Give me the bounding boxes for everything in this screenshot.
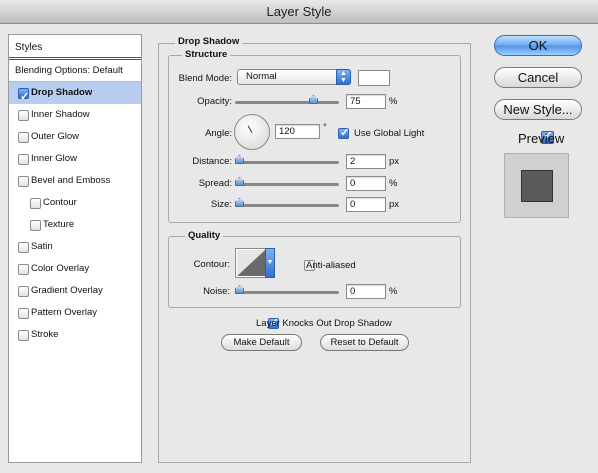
- use-global-light-checkbox[interactable]: [338, 126, 349, 139]
- distance-unit: px: [389, 156, 400, 167]
- size-unit: px: [389, 199, 400, 210]
- cancel-button[interactable]: Cancel: [494, 67, 582, 88]
- style-item-label: Drop Shadow: [31, 87, 93, 98]
- angle-unit: °: [323, 122, 327, 133]
- contour-dropdown-arrow-icon[interactable]: ▼: [265, 248, 275, 278]
- size-label: Size:: [210, 199, 232, 210]
- style-item-stroke[interactable]: Stroke: [9, 324, 141, 346]
- style-item-label: Gradient Overlay: [31, 285, 103, 296]
- opacity-slider-track[interactable]: [235, 101, 339, 104]
- spread-unit: %: [389, 178, 398, 189]
- reset-to-default-button[interactable]: Reset to Default: [320, 334, 409, 351]
- style-item-checkbox[interactable]: [18, 242, 29, 253]
- style-item-label: Color Overlay: [31, 263, 90, 274]
- style-item-drop-shadow[interactable]: Drop Shadow: [9, 82, 141, 108]
- shadow-color-swatch[interactable]: [358, 70, 390, 86]
- style-item-outer-glow[interactable]: Outer Glow: [9, 126, 141, 148]
- style-item-gradient-overlay[interactable]: Gradient Overlay: [9, 280, 141, 302]
- preview-thumbnail: [504, 153, 569, 218]
- style-item-checkbox[interactable]: [18, 86, 29, 108]
- spread-slider-track[interactable]: [235, 183, 339, 186]
- quality-title: Quality: [185, 230, 224, 241]
- style-item-checkbox[interactable]: [18, 330, 29, 341]
- style-item-texture[interactable]: Texture: [9, 214, 141, 236]
- style-item-label: Stroke: [31, 329, 59, 340]
- ok-button[interactable]: OK: [494, 35, 582, 56]
- style-item-checkbox[interactable]: [18, 264, 29, 275]
- style-item-checkbox[interactable]: [30, 198, 41, 209]
- opacity-field[interactable]: 75: [346, 94, 386, 109]
- structure-title: Structure: [182, 49, 231, 60]
- contour-picker[interactable]: ▼: [235, 248, 275, 278]
- style-item-label: Outer Glow: [31, 131, 80, 142]
- style-item-label: Pattern Overlay: [31, 307, 97, 318]
- style-item-inner-shadow[interactable]: Inner Shadow: [9, 104, 141, 126]
- style-item-checkbox[interactable]: [30, 220, 41, 231]
- drop-shadow-title: Drop Shadow: [175, 36, 243, 47]
- blend-mode-select[interactable]: Normal ▲ ▼: [237, 69, 351, 85]
- new-style-button[interactable]: New Style...: [494, 99, 582, 120]
- style-item-checkbox[interactable]: [18, 110, 29, 121]
- styles-list: Styles Blending Options: Default Drop Sh…: [8, 34, 142, 463]
- noise-slider-track[interactable]: [235, 291, 339, 294]
- window-title: Layer Style: [266, 4, 332, 19]
- opacity-label: Opacity:: [197, 96, 232, 107]
- angle-field[interactable]: 120: [275, 124, 320, 139]
- style-item-pattern-overlay[interactable]: Pattern Overlay: [9, 302, 141, 324]
- blend-mode-value: Normal: [246, 71, 277, 82]
- style-item-label: Texture: [43, 219, 75, 230]
- style-items: Drop Shadow Inner Shadow Outer Glow Inner G…: [9, 82, 141, 346]
- select-arrows-icon: ▲ ▼: [336, 69, 351, 85]
- style-item-checkbox[interactable]: [18, 132, 29, 143]
- noise-unit: %: [389, 286, 398, 297]
- styles-list-header[interactable]: Styles: [9, 35, 141, 60]
- size-field[interactable]: 0: [346, 197, 386, 212]
- noise-field[interactable]: 0: [346, 284, 386, 299]
- window-title-bar[interactable]: Layer Style: [0, 0, 598, 24]
- style-item-label: Satin: [31, 241, 53, 252]
- style-item-checkbox[interactable]: [18, 286, 29, 297]
- style-item-inner-glow[interactable]: Inner Glow: [9, 148, 141, 170]
- distance-field[interactable]: 2: [346, 154, 386, 169]
- blending-options-item[interactable]: Blending Options: Default: [9, 60, 141, 82]
- preview-label: Preview: [518, 131, 565, 146]
- style-item-label: Bevel and Emboss: [31, 175, 111, 186]
- angle-dial[interactable]: [234, 114, 270, 150]
- knocks-out-label: Layer Knocks Out Drop Shadow: [256, 318, 392, 329]
- contour-label: Contour:: [193, 259, 230, 270]
- style-item-bevel-and-emboss[interactable]: Bevel and Emboss: [9, 170, 141, 192]
- style-item-color-overlay[interactable]: Color Overlay: [9, 258, 141, 280]
- distance-label: Distance:: [192, 156, 232, 167]
- style-item-contour[interactable]: Contour: [9, 192, 141, 214]
- angle-dial-needle: [247, 125, 253, 133]
- style-item-label: Inner Shadow: [31, 109, 90, 120]
- size-slider-track[interactable]: [235, 204, 339, 207]
- opacity-unit: %: [389, 96, 398, 107]
- quality-group: [168, 236, 461, 308]
- angle-label: Angle:: [205, 128, 232, 139]
- distance-slider-track[interactable]: [235, 161, 339, 164]
- make-default-button[interactable]: Make Default: [221, 334, 302, 351]
- preview-swatch: [521, 170, 553, 202]
- linear-contour-icon: [237, 250, 265, 276]
- style-item-checkbox[interactable]: [18, 176, 29, 187]
- noise-label: Noise:: [203, 286, 230, 297]
- style-item-checkbox[interactable]: [18, 308, 29, 319]
- anti-aliased-label: Anti-aliased: [306, 260, 356, 271]
- style-item-satin[interactable]: Satin: [9, 236, 141, 258]
- spread-label: Spread:: [198, 178, 232, 189]
- style-item-label: Contour: [43, 197, 77, 208]
- spread-field[interactable]: 0: [346, 176, 386, 191]
- use-global-light-label: Use Global Light: [354, 128, 425, 139]
- style-item-label: Inner Glow: [31, 153, 77, 164]
- style-item-checkbox[interactable]: [18, 154, 29, 165]
- blend-mode-label: Blend Mode:: [178, 73, 232, 84]
